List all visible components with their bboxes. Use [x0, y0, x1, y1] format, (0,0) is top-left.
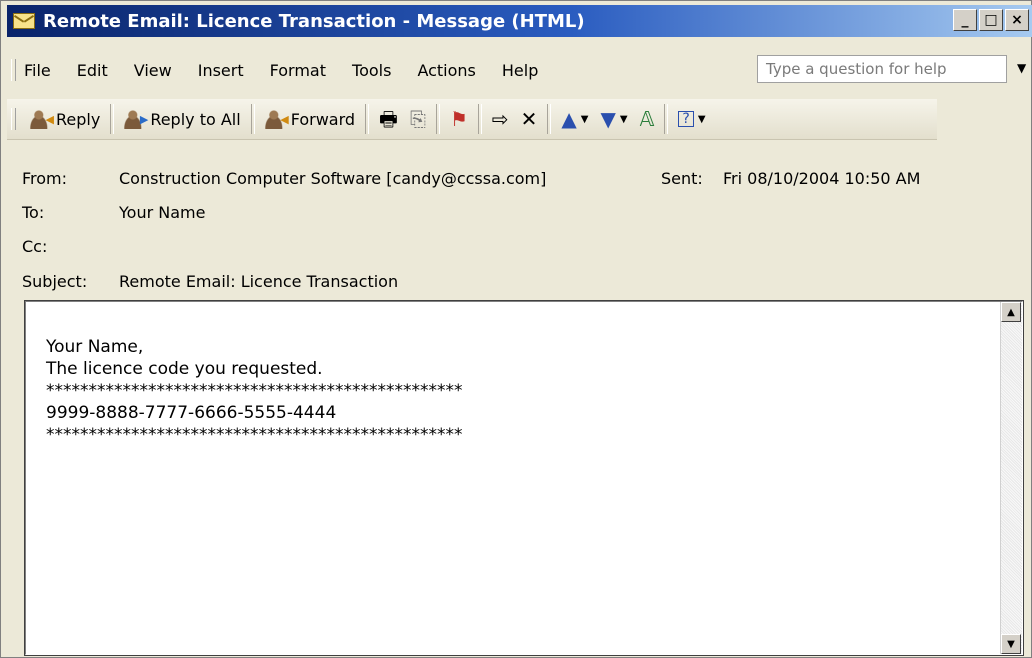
reply-all-button[interactable]: Reply to All: [118, 102, 246, 136]
title-bar[interactable]: Remote Email: Licence Transaction - Mess…: [7, 5, 1032, 37]
subject-value: Remote Email: Licence Transaction: [119, 272, 399, 291]
subject-label: Subject:: [22, 272, 88, 291]
menu-grip[interactable]: [11, 59, 16, 81]
message-body[interactable]: Your Name, The licence code you requested…: [24, 300, 1024, 656]
reply-icon: [30, 109, 54, 129]
reply-all-label: Reply to All: [150, 109, 241, 129]
forward-label: Forward: [290, 109, 356, 129]
sent-label: Sent:: [661, 169, 703, 188]
move-icon: ⇨: [491, 107, 509, 131]
forward-icon: [264, 109, 289, 129]
menu-tools[interactable]: Tools: [352, 61, 391, 80]
to-value: Your Name: [119, 203, 206, 222]
delete-icon: ✕: [520, 107, 538, 131]
from-label: From:: [22, 169, 68, 188]
toolbar-separator: [110, 104, 115, 134]
licence-code: 9999-8888-7777-6666-5555-4444: [46, 403, 337, 423]
previous-item-button[interactable]: ▲ ▼: [555, 102, 594, 136]
toolbar-separator: [477, 104, 482, 134]
help-dropdown-icon[interactable]: ▼: [1017, 61, 1026, 75]
menu-bar: File Edit View Insert Format Tools Actio…: [7, 55, 1032, 85]
toolbar-separator: [664, 104, 669, 134]
flag-button[interactable]: ⚑: [444, 102, 474, 136]
close-button[interactable]: ×: [1005, 9, 1029, 31]
address-book-icon: 𝔸: [639, 107, 655, 131]
help-icon: ?: [678, 111, 694, 127]
toolbar-separator: [250, 104, 255, 134]
flag-icon: ⚑: [449, 107, 468, 131]
maximize-button[interactable]: □: [979, 9, 1003, 31]
body-line: The licence code you requested.: [46, 359, 323, 379]
toolbar: Reply Reply to All Forward 🖶 ⎘ ⚑ ⇨ ✕ ▲▼ …: [7, 99, 937, 140]
toolbar-grip[interactable]: [11, 108, 16, 130]
print-button[interactable]: 🖶: [373, 102, 404, 136]
toolbar-separator: [365, 104, 370, 134]
reply-all-icon: [124, 109, 148, 129]
menu-view[interactable]: View: [134, 61, 172, 80]
envelope-icon: [13, 13, 35, 29]
toolbar-separator: [547, 104, 552, 134]
cc-label: Cc:: [22, 237, 48, 256]
from-value: Construction Computer Software [candy@cc…: [119, 169, 547, 188]
chevron-down-icon[interactable]: ▼: [620, 114, 628, 125]
help-search-input[interactable]: Type a question for help: [757, 55, 1007, 83]
body-stars-top: ****************************************…: [46, 381, 463, 401]
copy-button[interactable]: ⎘: [404, 102, 432, 136]
reply-button[interactable]: Reply: [24, 102, 106, 136]
scroll-up-button[interactable]: ▲: [1001, 302, 1021, 322]
window-controls: _ □ ×: [953, 9, 1029, 31]
print-icon: 🖶: [379, 107, 398, 131]
to-label: To:: [22, 203, 45, 222]
chevron-down-icon[interactable]: ▼: [581, 114, 589, 125]
move-button[interactable]: ⇨: [486, 102, 515, 136]
sent-value: Fri 08/10/2004 10:50 AM: [723, 169, 921, 188]
reply-label: Reply: [56, 109, 101, 129]
menu-format[interactable]: Format: [270, 61, 326, 80]
toolbar-separator: [435, 104, 440, 134]
menu-file[interactable]: File: [24, 61, 51, 80]
menu-help[interactable]: Help: [502, 61, 538, 80]
delete-button[interactable]: ✕: [515, 102, 544, 136]
previous-item-icon: ▲: [561, 107, 577, 131]
menu-edit[interactable]: Edit: [77, 61, 108, 80]
next-item-icon: ▼: [600, 107, 616, 131]
window-title: Remote Email: Licence Transaction - Mess…: [43, 10, 585, 32]
message-window: Remote Email: Licence Transaction - Mess…: [0, 0, 1032, 658]
message-text[interactable]: Your Name, The licence code you requested…: [46, 336, 463, 446]
body-greeting: Your Name,: [46, 337, 144, 357]
help-button[interactable]: ? ▼: [672, 102, 711, 136]
menu-actions[interactable]: Actions: [417, 61, 475, 80]
menu-insert[interactable]: Insert: [198, 61, 244, 80]
next-item-button[interactable]: ▼ ▼: [595, 102, 634, 136]
chevron-down-icon[interactable]: ▼: [698, 114, 706, 125]
scroll-down-button[interactable]: ▼: [1001, 634, 1021, 654]
address-book-button[interactable]: 𝔸: [634, 102, 661, 136]
vertical-scrollbar[interactable]: ▲ ▼: [1000, 302, 1022, 654]
minimize-button[interactable]: _: [953, 9, 977, 31]
copy-icon: ⎘: [409, 107, 426, 131]
forward-button[interactable]: Forward: [259, 102, 361, 136]
body-stars-bottom: ****************************************…: [46, 425, 463, 445]
